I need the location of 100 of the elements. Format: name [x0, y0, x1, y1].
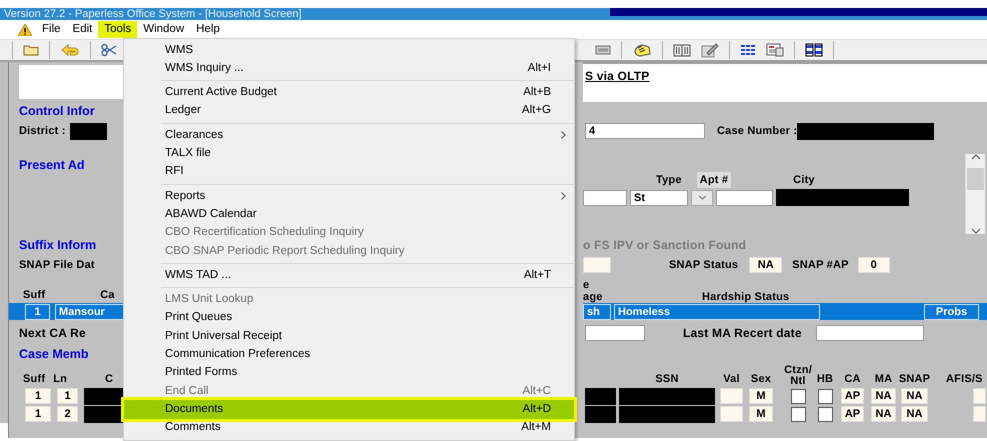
table-cell: NA — [871, 406, 896, 422]
card-icon[interactable] — [766, 43, 784, 57]
probs-button[interactable]: Probs — [924, 304, 979, 320]
shortcut-text: Alt+M — [521, 420, 551, 436]
field-label: Type — [656, 172, 682, 188]
shortcut-text: Alt+B — [523, 85, 551, 100]
edit-icon[interactable] — [701, 42, 719, 58]
table-cell: 1 — [57, 388, 78, 404]
table-cell: 1 — [25, 388, 51, 404]
menu-item[interactable]: File — [36, 21, 67, 38]
table-cell: 1 — [25, 406, 51, 422]
menu-item[interactable]: Print Universal Receipt — [124, 327, 574, 346]
redacted-field — [585, 388, 616, 404]
column-header: Suff — [23, 372, 46, 386]
warning-icon — [18, 24, 32, 36]
input-field[interactable] — [816, 324, 924, 340]
menu-item[interactable]: WMS Inquiry ... Alt+I — [124, 59, 574, 78]
scrollbar[interactable] — [965, 154, 985, 234]
window-icon[interactable] — [595, 44, 611, 56]
menu-item[interactable]: Clearances — [124, 126, 574, 144]
section-heading: Case Memb — [19, 346, 88, 363]
column-header: Suff — [23, 288, 46, 302]
input-field[interactable]: 0 — [858, 257, 890, 273]
menu-item[interactable]: Documents Alt+D — [124, 400, 574, 419]
arrow-icon[interactable] — [60, 43, 80, 57]
menu-item[interactable]: Communication Preferences — [124, 345, 574, 364]
menu-item[interactable]: TALX file — [124, 144, 574, 163]
table-cell — [973, 406, 986, 422]
book-icon[interactable] — [673, 43, 691, 57]
dropdown-button[interactable] — [691, 190, 713, 206]
menu-item[interactable]: Reports — [124, 187, 574, 206]
menu-item[interactable]: Printed Forms — [124, 364, 574, 382]
input-field[interactable]: St — [630, 190, 688, 206]
table-cell: M — [749, 406, 773, 422]
column-header: SSN — [655, 372, 679, 386]
column-header: Ctzn/ — [784, 365, 812, 376]
columns-icon[interactable] — [805, 43, 823, 57]
checkbox[interactable] — [790, 388, 806, 404]
column-header: AFIS/S — [946, 372, 983, 386]
redacted-field — [585, 406, 616, 422]
checkbox[interactable] — [790, 406, 806, 422]
field-label: Last MA Recert date — [683, 324, 802, 342]
column-header: C — [105, 372, 114, 386]
shortcut-text: Alt+D — [522, 402, 551, 417]
window-title: Version 27.2 - Paperless Office System - [Household Screen] — [3, 8, 303, 20]
caret-icon — [698, 195, 706, 200]
hand-icon[interactable] — [632, 42, 652, 58]
table-cell: sh — [583, 304, 611, 320]
shortcut-text: Alt+C — [522, 384, 551, 399]
column-header: Hardship Status — [702, 291, 790, 303]
input-field[interactable] — [585, 324, 645, 340]
table-cell: Homeless — [614, 304, 820, 320]
scissors-icon[interactable] — [101, 43, 117, 57]
menu-item[interactable]: RFI — [124, 162, 574, 182]
input-field[interactable]: NA — [749, 257, 782, 273]
table-cell: NA — [871, 388, 896, 404]
field-label: SNAP Status — [669, 258, 738, 273]
table-cell: NA — [901, 406, 928, 422]
menu-item[interactable]: ABAWD Calendar — [124, 205, 574, 224]
column-header: CA — [844, 372, 861, 386]
column-header: Val — [723, 372, 740, 386]
column-header: Ca — [100, 288, 115, 302]
menu-item[interactable]: Current Active Budget Alt+B — [124, 84, 574, 102]
menu-item[interactable]: Ledger Alt+G — [124, 102, 574, 120]
column-header: e — [583, 279, 590, 291]
checkbox[interactable] — [818, 406, 832, 422]
field-label: SNAP File Dat — [19, 258, 95, 273]
checkbox[interactable] — [818, 388, 832, 404]
input-field[interactable] — [716, 190, 773, 206]
table-row[interactable]: sh Homeless Probs — [583, 303, 987, 320]
menu-item[interactable]: Edit — [66, 21, 98, 38]
section-heading: Control Infor — [19, 102, 95, 120]
table-cell: AP — [841, 388, 864, 404]
table-cell: 1 — [25, 304, 50, 320]
table-cell — [973, 388, 986, 404]
menu-item[interactable]: Tools — [98, 21, 138, 38]
section-heading: Present Ad — [19, 157, 85, 174]
column-header: age — [583, 291, 604, 303]
column-header: Ntl — [790, 376, 806, 387]
input-field[interactable]: 4 — [585, 123, 705, 139]
table-cell — [720, 388, 743, 404]
table-cell — [720, 406, 743, 422]
table-cell: AP — [841, 406, 864, 422]
input-field[interactable] — [583, 190, 627, 206]
field-label: Case Number : — [717, 124, 798, 139]
menu-item[interactable]: WMS TAD ... Alt+T — [124, 266, 574, 285]
column-header: Sex — [750, 372, 772, 386]
menu-item[interactable]: Comments Alt+M — [124, 418, 574, 437]
redacted-field — [70, 122, 107, 140]
field-label: SNAP #AP — [792, 258, 849, 273]
folder-icon[interactable] — [23, 44, 39, 56]
column-header: MA — [874, 372, 892, 386]
scroll-thumb[interactable] — [967, 168, 984, 190]
menu-item[interactable]: Help — [190, 21, 226, 38]
menu-item[interactable]: Window — [137, 21, 190, 38]
notice-text: o FS IPV or Sanction Found — [583, 237, 746, 254]
table-cell: 2 — [57, 406, 78, 422]
grid-icon[interactable] — [740, 44, 756, 56]
link[interactable]: S via OLTP — [585, 67, 650, 85]
column-header: SNAP — [898, 372, 930, 386]
